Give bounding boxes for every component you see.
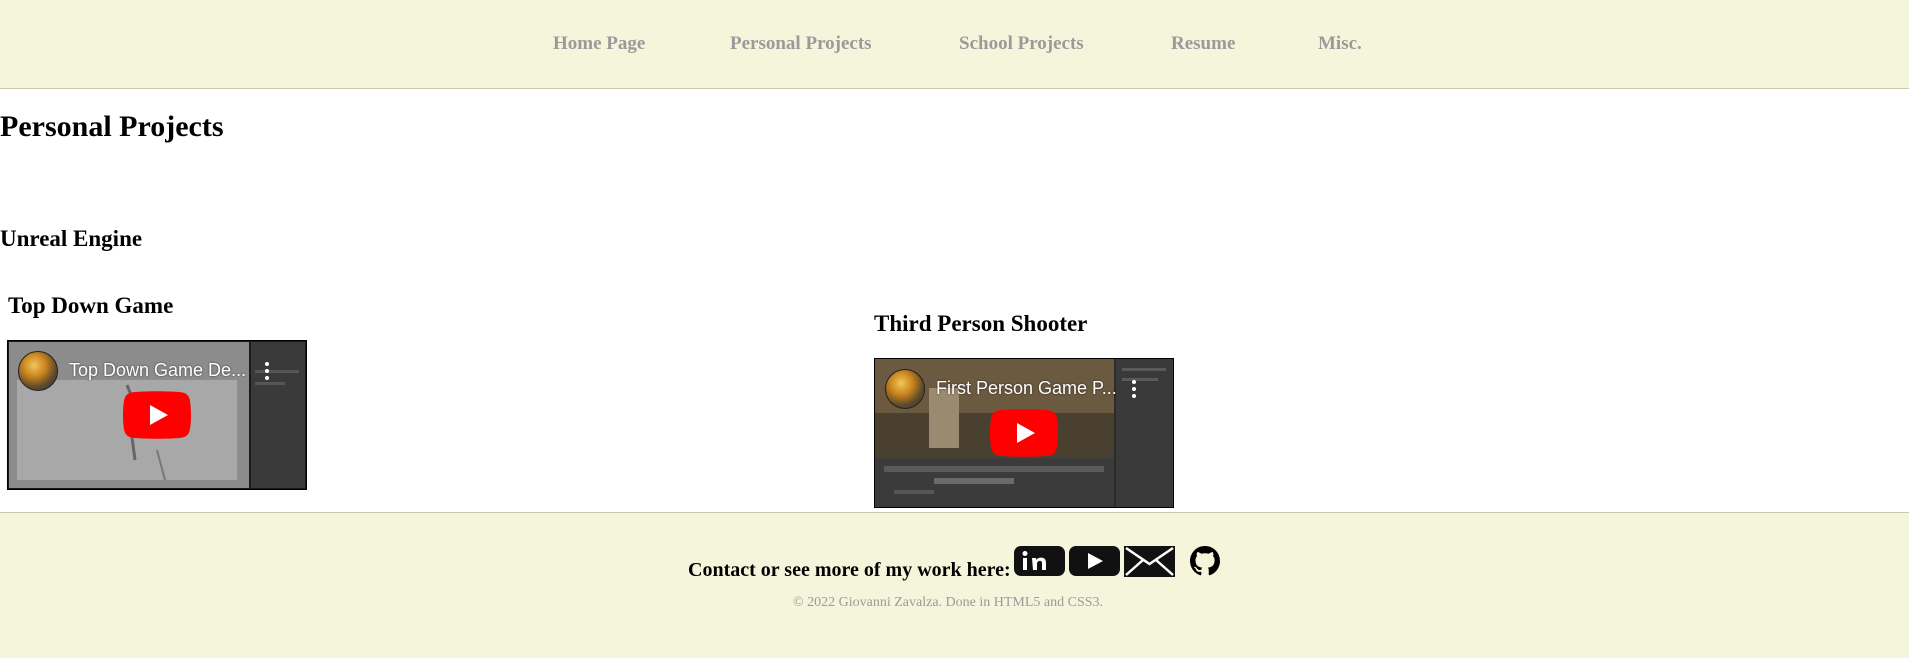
nav-resume[interactable]: Resume	[1171, 33, 1235, 55]
project-title-top-down: Top Down Game	[8, 293, 174, 318]
channel-avatar[interactable]	[885, 369, 925, 409]
email-icon[interactable]	[1124, 546, 1175, 577]
channel-avatar[interactable]	[18, 351, 58, 391]
video-title[interactable]: Top Down Game De...	[69, 360, 254, 381]
footer: Contact or see more of my work here: © 2…	[0, 512, 1909, 658]
copyright-text: © 2022 Giovanni Zavalza. Done in HTML5 a…	[793, 595, 1104, 610]
video-embed-third-person[interactable]: First Person Game P...	[874, 358, 1174, 508]
play-button-icon[interactable]	[123, 391, 191, 439]
linkedin-icon[interactable]	[1014, 546, 1065, 576]
nav-misc[interactable]: Misc.	[1318, 33, 1362, 55]
page-title: Personal Projects	[0, 110, 224, 143]
nav-home-page[interactable]: Home Page	[553, 33, 645, 55]
youtube-icon[interactable]	[1069, 546, 1120, 576]
nav-school-projects[interactable]: School Projects	[959, 33, 1084, 55]
navbar: Home Page Personal Projects School Proje…	[0, 0, 1909, 89]
nav-personal-projects[interactable]: Personal Projects	[730, 33, 872, 55]
section-title: Unreal Engine	[0, 226, 143, 251]
github-icon[interactable]	[1190, 546, 1220, 576]
more-options-icon[interactable]	[1131, 380, 1137, 398]
more-options-icon[interactable]	[264, 362, 270, 380]
video-embed-top-down[interactable]: Top Down Game De...	[7, 340, 307, 490]
video-title[interactable]: First Person Game P...	[936, 378, 1121, 399]
project-title-third-person: Third Person Shooter	[874, 311, 1088, 336]
play-button-icon[interactable]	[990, 409, 1058, 457]
contact-text: Contact or see more of my work here:	[688, 559, 1011, 581]
